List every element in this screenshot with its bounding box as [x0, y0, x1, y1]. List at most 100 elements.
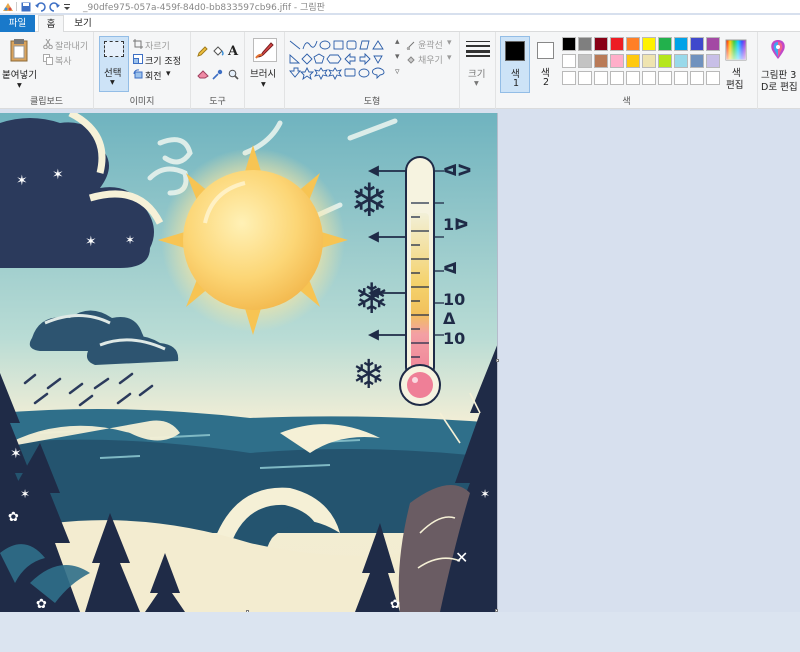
- edit-colors-icon[interactable]: [725, 39, 747, 64]
- rotate-button[interactable]: 회전: [145, 69, 162, 82]
- brush-icon[interactable]: [253, 38, 277, 65]
- resize-button[interactable]: 크기 조정: [145, 54, 181, 67]
- window-title: _90dfe975-057a-459f-84d0-bb833597cb96.jf…: [83, 3, 325, 13]
- outline-dropdown-icon[interactable]: ▾: [447, 38, 452, 48]
- palette-swatch[interactable]: [562, 37, 576, 51]
- customize-quick-access-icon[interactable]: [63, 2, 73, 12]
- palette-swatch[interactable]: [658, 37, 672, 51]
- palette-swatch[interactable]: [594, 54, 608, 68]
- svg-text:✿: ✿: [36, 597, 47, 612]
- palette-swatch[interactable]: [674, 54, 688, 68]
- palette-swatch[interactable]: [626, 37, 640, 51]
- palette-swatch[interactable]: [610, 37, 624, 51]
- drawing-canvas[interactable]: ✶ ✶ ✶ ✶ ✶ ✶ ✿ ✿ ✕ ✿ ✶ ❄ ❄ ❄ ᐊᐳ 1ᐅ ᐊ 10 Δ…: [0, 113, 498, 612]
- shapes-group-label: 도형: [363, 97, 381, 107]
- paste-dropdown-icon[interactable]: ▾: [17, 80, 22, 91]
- rotate-dropdown-icon[interactable]: ▾: [166, 69, 171, 79]
- copy-button[interactable]: 복사: [55, 54, 72, 67]
- palette-swatch[interactable]: [562, 54, 576, 68]
- pencil-icon[interactable]: [197, 46, 208, 60]
- undo-icon[interactable]: [35, 1, 46, 12]
- palette-swatch[interactable]: [610, 71, 624, 85]
- eraser-icon[interactable]: [197, 69, 209, 82]
- svg-text:✶: ✶: [480, 487, 490, 501]
- edit-colors-label-2[interactable]: 편집: [726, 77, 743, 91]
- palette-swatch[interactable]: [642, 71, 656, 85]
- paste-icon[interactable]: [9, 38, 29, 65]
- color2-number: 2: [543, 77, 550, 88]
- palette-swatch[interactable]: [674, 37, 688, 51]
- palette-swatch[interactable]: [626, 71, 640, 85]
- svg-text:✶: ✶: [10, 446, 22, 462]
- paste-button[interactable]: 붙여넣기: [2, 67, 37, 81]
- size-dropdown-icon[interactable]: ▾: [474, 78, 479, 89]
- cut-button[interactable]: 잘라내기: [55, 39, 88, 52]
- paint3d-label-2[interactable]: D로 편집: [761, 79, 798, 93]
- color-picker-icon[interactable]: [212, 69, 223, 83]
- palette-swatch[interactable]: [706, 71, 720, 85]
- palette-swatch[interactable]: [594, 71, 608, 85]
- shapes-gallery[interactable]: [288, 37, 400, 86]
- outline-button[interactable]: 윤곽선: [418, 38, 443, 51]
- select-button[interactable]: 선택 ▾: [99, 36, 129, 92]
- rotate-icon[interactable]: [133, 69, 143, 82]
- line-width-icon[interactable]: [466, 41, 490, 60]
- svg-text:✶: ✶: [85, 234, 97, 250]
- palette-swatch[interactable]: [642, 37, 656, 51]
- save-icon[interactable]: [21, 2, 31, 12]
- color2-button[interactable]: 색 2: [533, 36, 559, 93]
- palette-swatch[interactable]: [690, 54, 704, 68]
- cut-icon[interactable]: [43, 38, 53, 52]
- palette-swatch[interactable]: [594, 37, 608, 51]
- brushes-button[interactable]: 브러시: [250, 66, 276, 80]
- text-tool-icon[interactable]: A: [228, 44, 238, 59]
- tab-view[interactable]: 보기: [68, 15, 98, 32]
- palette-swatch[interactable]: [674, 71, 688, 85]
- palette-swatch[interactable]: [610, 54, 624, 68]
- shapes-scroll-up-icon[interactable]: ▴: [395, 37, 400, 47]
- palette-swatch[interactable]: [562, 71, 576, 85]
- fill-dropdown-icon[interactable]: ▾: [447, 53, 452, 63]
- palette-swatch[interactable]: [578, 71, 592, 85]
- crop-icon[interactable]: [133, 39, 143, 52]
- scale-label: ᐊ: [443, 259, 458, 278]
- shapes-scroll-down-icon[interactable]: ▾: [395, 52, 400, 62]
- tab-home[interactable]: 홈: [38, 15, 64, 33]
- resize-icon[interactable]: [133, 54, 143, 67]
- fill-bucket-icon[interactable]: [212, 46, 224, 60]
- color1-swatch: [505, 41, 525, 61]
- palette-swatch[interactable]: [658, 71, 672, 85]
- redo-icon[interactable]: [49, 1, 60, 12]
- paint3d-icon[interactable]: [768, 39, 788, 64]
- crop-button[interactable]: 자르기: [145, 39, 170, 52]
- copy-icon[interactable]: [43, 54, 53, 68]
- color-palette: [562, 37, 722, 89]
- brushes-dropdown-icon[interactable]: ▾: [261, 79, 266, 90]
- select-rect-icon: [104, 41, 124, 57]
- palette-swatch[interactable]: [658, 54, 672, 68]
- palette-swatch[interactable]: [626, 54, 640, 68]
- palette-swatch[interactable]: [690, 71, 704, 85]
- svg-text:✕: ✕: [455, 548, 468, 567]
- ribbon: 붙여넣기 ▾ 잘라내기 복사 클립보드 선택 ▾ 자르기 크기 조정 회전 ▾: [0, 32, 800, 109]
- svg-text:✶: ✶: [20, 487, 30, 501]
- magnifier-icon[interactable]: [228, 69, 239, 83]
- palette-swatch[interactable]: [642, 54, 656, 68]
- fill-icon[interactable]: [406, 55, 416, 68]
- palette-swatch[interactable]: [706, 37, 720, 51]
- tab-file[interactable]: 파일: [0, 15, 35, 32]
- scale-label: 1ᐅ: [443, 215, 469, 234]
- outline-icon[interactable]: [406, 40, 416, 53]
- canvas-resize-handle-right[interactable]: [496, 359, 499, 362]
- palette-swatch[interactable]: [690, 37, 704, 51]
- color1-number: 1: [513, 78, 520, 89]
- brushes-group: 브러시 ▾: [245, 32, 285, 109]
- shapes-more-icon[interactable]: ▿: [395, 67, 400, 77]
- fill-button[interactable]: 채우기: [418, 53, 443, 66]
- palette-swatch[interactable]: [578, 37, 592, 51]
- palette-swatch[interactable]: [706, 54, 720, 68]
- scale-label: Δ: [443, 309, 456, 328]
- palette-swatch[interactable]: [578, 54, 592, 68]
- select-dropdown-icon: ▾: [110, 77, 115, 88]
- color1-button[interactable]: 색 1: [500, 36, 530, 93]
